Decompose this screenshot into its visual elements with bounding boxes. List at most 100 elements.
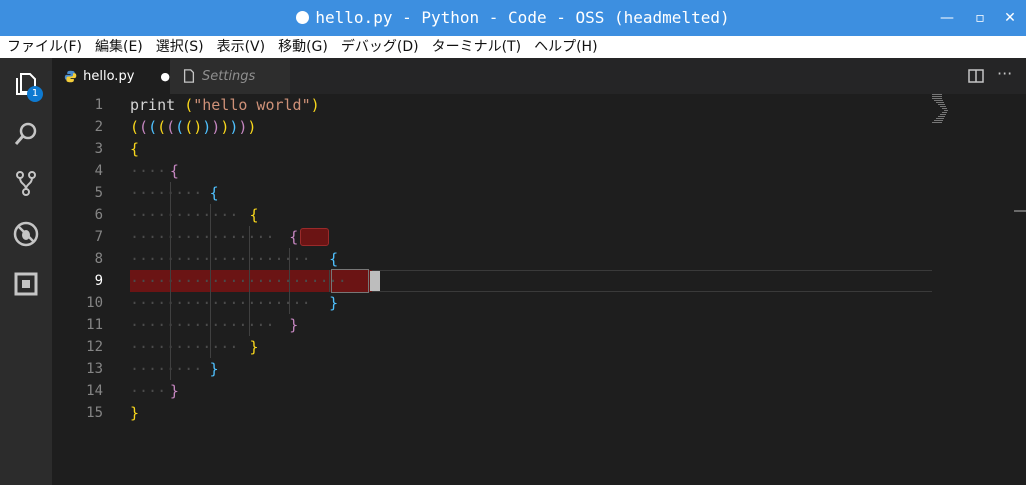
minimap-line — [932, 96, 942, 97]
code-token: ) — [193, 118, 203, 136]
whitespace-dots: ························ — [130, 272, 347, 290]
minimap-line — [942, 112, 947, 113]
minimap-line — [936, 102, 944, 103]
code-token: ( — [139, 118, 149, 136]
indent-guide — [249, 270, 251, 292]
more-actions-icon[interactable]: ··· — [997, 64, 1012, 83]
indent-guide — [169, 248, 171, 270]
code-line: { — [289, 226, 298, 248]
whitespace-dots: ········ — [130, 184, 203, 202]
code-token: ) — [247, 118, 257, 136]
indent-guide — [169, 292, 171, 314]
tab-hello-py[interactable]: hello.py ● — [52, 58, 170, 94]
code-token: } — [329, 294, 339, 312]
line-number: 15 — [86, 405, 103, 421]
line-number: 12 — [86, 339, 103, 355]
menu-go[interactable]: 移動(G) — [271, 36, 334, 58]
line-number: 4 — [94, 163, 103, 179]
modified-dot-icon[interactable]: ● — [160, 70, 170, 83]
menu-view[interactable]: 表示(V) — [210, 36, 272, 58]
whitespace-dots: ············ — [130, 206, 239, 224]
whitespace-dots: ················ — [130, 228, 275, 246]
explorer-button[interactable]: 1 — [0, 60, 52, 108]
minimap-line — [932, 98, 942, 99]
indent-guide — [289, 292, 291, 314]
code-line: { — [249, 204, 258, 226]
indent-guide — [169, 182, 171, 204]
code-token: { — [130, 140, 140, 158]
minimap-line — [944, 110, 948, 111]
split-editor-icon[interactable] — [968, 68, 984, 84]
menu-selection[interactable]: 選択(S) — [149, 36, 210, 58]
indent-guide — [209, 270, 211, 292]
minimap-line — [938, 116, 945, 117]
search-button[interactable] — [0, 110, 52, 158]
menu-file[interactable]: ファイル(F) — [0, 36, 88, 58]
whitespace-dots: ···· — [130, 162, 167, 180]
code-line: } — [289, 314, 298, 336]
code-token: { — [289, 228, 299, 246]
maximize-icon[interactable]: ▫ — [970, 8, 990, 28]
menu-help[interactable]: ヘルプ(H) — [527, 36, 603, 58]
debug-icon — [13, 221, 39, 247]
extensions-button[interactable] — [0, 260, 52, 308]
explorer-badge: 1 — [27, 86, 43, 102]
minimap-line — [932, 94, 942, 95]
indent-guide — [209, 336, 211, 358]
code-token: } — [169, 382, 179, 400]
code-token: ( — [130, 118, 140, 136]
indent-guide — [169, 270, 171, 292]
code-line: { — [130, 138, 139, 160]
menu-bar: ファイル(F) 編集(E) 選択(S) 表示(V) 移動(G) デバッグ(D) ターミナル(… — [0, 36, 1026, 58]
indent-guide — [169, 314, 171, 336]
minimize-icon[interactable]: — — [937, 8, 957, 28]
code-token: { — [249, 206, 259, 224]
tab-settings[interactable]: Settings — [170, 58, 290, 94]
source-control-icon — [16, 171, 36, 196]
minimap-line — [934, 100, 943, 101]
code-token: } — [249, 338, 259, 356]
line-number: 5 — [94, 185, 103, 201]
indent-guide — [169, 226, 171, 248]
code-token: ( — [175, 118, 185, 136]
line-number: 2 — [94, 119, 103, 135]
source-control-button[interactable] — [0, 159, 52, 207]
line-number: 7 — [94, 229, 103, 245]
whitespace-dots: ········ — [130, 360, 203, 378]
menu-terminal[interactable]: ターミナル(T) — [425, 36, 527, 58]
code-token: ( — [148, 118, 158, 136]
minimap-line — [936, 118, 944, 119]
menu-debug[interactable]: デバッグ(D) — [334, 36, 425, 58]
code-token: ( — [184, 118, 194, 136]
title-bar: hello.py - Python - Code - OSS (headmelt… — [0, 0, 1026, 36]
line-number: 9 — [94, 273, 103, 289]
menu-edit[interactable]: 編集(E) — [88, 36, 149, 58]
code-token: { — [169, 162, 179, 180]
indent-guide — [169, 204, 171, 226]
code-token: print — [130, 96, 185, 114]
editor[interactable]: 1 print ("hello world") 2((((((())))))) 3{4… — [52, 94, 1026, 485]
unsaved-dot-icon — [296, 11, 310, 24]
line-number: 1 — [94, 97, 103, 113]
scrollbar-indicator[interactable] — [1014, 210, 1026, 212]
whitespace-dots: ················ — [130, 316, 275, 334]
close-icon[interactable]: ✕ — [1000, 8, 1020, 28]
minimap-line — [932, 122, 942, 123]
indent-guide — [249, 226, 251, 248]
minimap[interactable] — [928, 94, 1014, 134]
whitespace-dots: ···················· — [130, 294, 311, 312]
indent-guide — [209, 248, 211, 270]
line-number: 8 — [94, 251, 103, 267]
window-title-text: hello.py - Python - Code - OSS (headmelt… — [315, 8, 730, 27]
indent-guide — [209, 292, 211, 314]
code-line: print ("hello world") — [130, 94, 320, 116]
python-icon — [64, 70, 77, 82]
code-line: { — [210, 182, 219, 204]
code-token: } — [289, 316, 299, 334]
indent-guide — [249, 248, 251, 270]
line-number: 14 — [86, 383, 103, 399]
debug-button[interactable] — [0, 210, 52, 258]
code-token: ( — [166, 118, 176, 136]
code-line: } — [249, 336, 258, 358]
minimap-line — [938, 104, 945, 105]
